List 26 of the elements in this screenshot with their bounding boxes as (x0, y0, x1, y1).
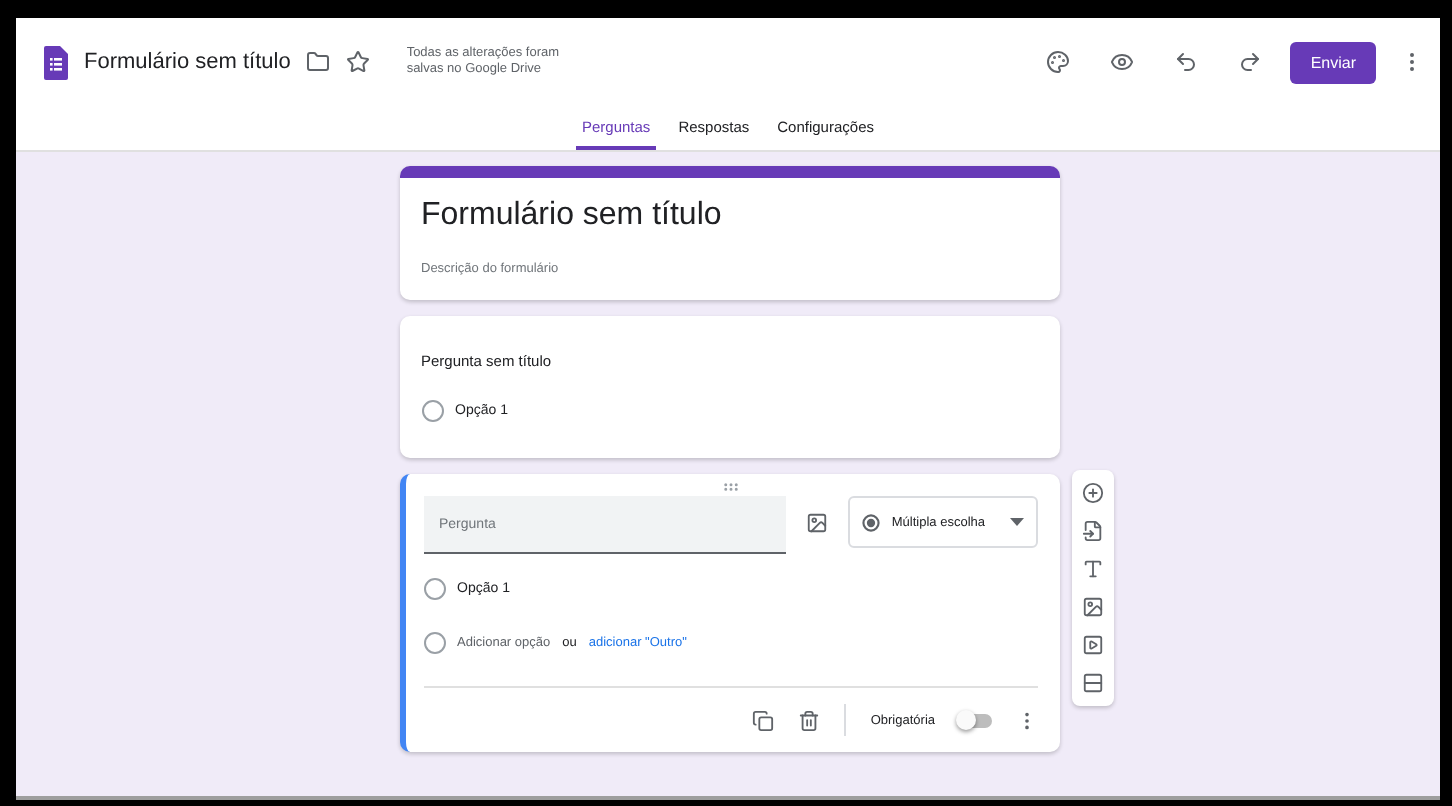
form-title[interactable]: Formulário sem título (421, 198, 1037, 234)
video-icon[interactable] (1081, 634, 1103, 656)
caret-icon (1009, 518, 1023, 526)
drag-handle-icon[interactable] (721, 478, 739, 496)
image-icon[interactable] (1081, 596, 1103, 618)
star-icon[interactable] (346, 50, 371, 74)
copy-icon[interactable] (752, 709, 775, 731)
option-circle-icon (423, 632, 445, 654)
undo-icon[interactable] (1174, 50, 1199, 74)
eye-icon[interactable] (1110, 50, 1135, 74)
option-circle-icon (421, 400, 443, 422)
palette-icon[interactable] (1046, 50, 1071, 74)
send-button[interactable]: Enviar (1290, 41, 1376, 83)
folder-icon[interactable] (306, 50, 331, 74)
form-name[interactable]: Formulário sem título (84, 50, 291, 74)
radio-icon (861, 513, 880, 531)
section-icon[interactable] (1081, 672, 1103, 694)
image-icon[interactable] (805, 512, 828, 534)
forms-logo-icon[interactable] (44, 45, 68, 79)
text-icon[interactable] (1081, 558, 1103, 580)
redo-icon[interactable] (1238, 50, 1263, 74)
import-icon[interactable] (1081, 520, 1103, 542)
add-question-icon[interactable] (1081, 482, 1103, 504)
option-circle-icon (423, 578, 445, 600)
required-switch[interactable] (959, 713, 991, 727)
trash-icon[interactable] (798, 709, 821, 731)
